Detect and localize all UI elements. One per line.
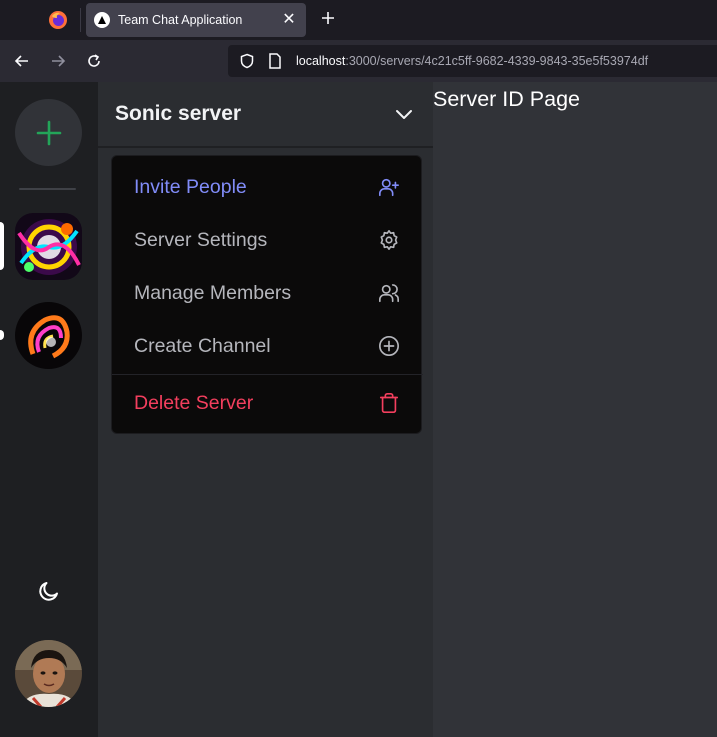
page-icon[interactable] (264, 50, 286, 72)
active-server-indicator (0, 222, 4, 270)
menu-item-label: Server Settings (134, 228, 268, 251)
user-avatar[interactable] (15, 640, 82, 707)
arrow-left-icon (14, 55, 28, 67)
reload-button[interactable] (82, 49, 106, 73)
app-root: Sonic server Invite People Server Settin… (0, 82, 717, 737)
trash-icon (377, 391, 401, 415)
plus-icon (322, 12, 334, 24)
tab-separator (80, 8, 81, 32)
channel-sidebar: Sonic server Invite People Server Settin… (98, 82, 433, 737)
plus-circle-icon (377, 334, 401, 358)
close-icon[interactable]: ✕ (280, 11, 298, 29)
arrow-right-icon (52, 55, 66, 67)
menu-item-label: Invite People (134, 175, 247, 198)
theme-toggle-button[interactable] (36, 578, 62, 604)
new-tab-button[interactable] (316, 8, 340, 32)
add-server-button[interactable] (15, 99, 82, 166)
url-text: localhost:3000/servers/4c21c5ff-9682-433… (296, 54, 648, 68)
tab-title: Team Chat Application (118, 13, 243, 27)
url-bar[interactable]: localhost:3000/servers/4c21c5ff-9682-433… (228, 45, 717, 77)
server-icon-2[interactable] (15, 302, 82, 369)
browser-tab-active[interactable]: Team Chat Application ✕ (86, 3, 306, 37)
server-icon-1[interactable] (15, 213, 82, 280)
users-icon (377, 281, 401, 305)
moon-icon (39, 582, 58, 601)
gear-icon (377, 228, 401, 252)
forward-button[interactable] (46, 49, 70, 73)
menu-separator (112, 374, 423, 375)
rail-divider (19, 188, 76, 190)
browser-nav-bar: localhost:3000/servers/4c21c5ff-9682-433… (0, 40, 717, 82)
url-host: localhost (296, 54, 346, 68)
page-title: Server ID Page (433, 87, 580, 111)
menu-item-delete-server[interactable]: Delete Server (112, 378, 423, 428)
unread-server-indicator (0, 330, 4, 340)
server-name: Sonic server (115, 102, 242, 125)
menu-item-invite-people[interactable]: Invite People (112, 162, 423, 212)
plus-icon (36, 120, 61, 145)
chevron-down-icon (392, 102, 416, 126)
reload-icon (88, 54, 100, 67)
menu-item-server-settings[interactable]: Server Settings (112, 215, 423, 265)
shield-icon[interactable] (236, 50, 258, 72)
server-header-dropdown-trigger[interactable]: Sonic server (98, 82, 433, 148)
menu-item-create-channel[interactable]: Create Channel (112, 321, 423, 371)
url-path: :3000/servers/4c21c5ff-9682-4339-9843-35… (345, 54, 649, 68)
menu-item-manage-members[interactable]: Manage Members (112, 268, 423, 318)
user-plus-icon (377, 175, 401, 199)
server-dropdown-menu: Invite People Server Settings Manage Mem… (111, 155, 423, 434)
main-content: Server ID Page (433, 82, 717, 737)
menu-item-label: Create Channel (134, 334, 271, 357)
menu-item-label: Manage Members (134, 281, 292, 304)
browser-tab-bar: Team Chat Application ✕ (0, 0, 717, 40)
back-button[interactable] (10, 49, 34, 73)
menu-item-label: Delete Server (134, 391, 254, 414)
nextjs-triangle-icon (94, 12, 110, 28)
server-rail (0, 82, 98, 737)
firefox-menu-icon[interactable] (40, 6, 76, 34)
